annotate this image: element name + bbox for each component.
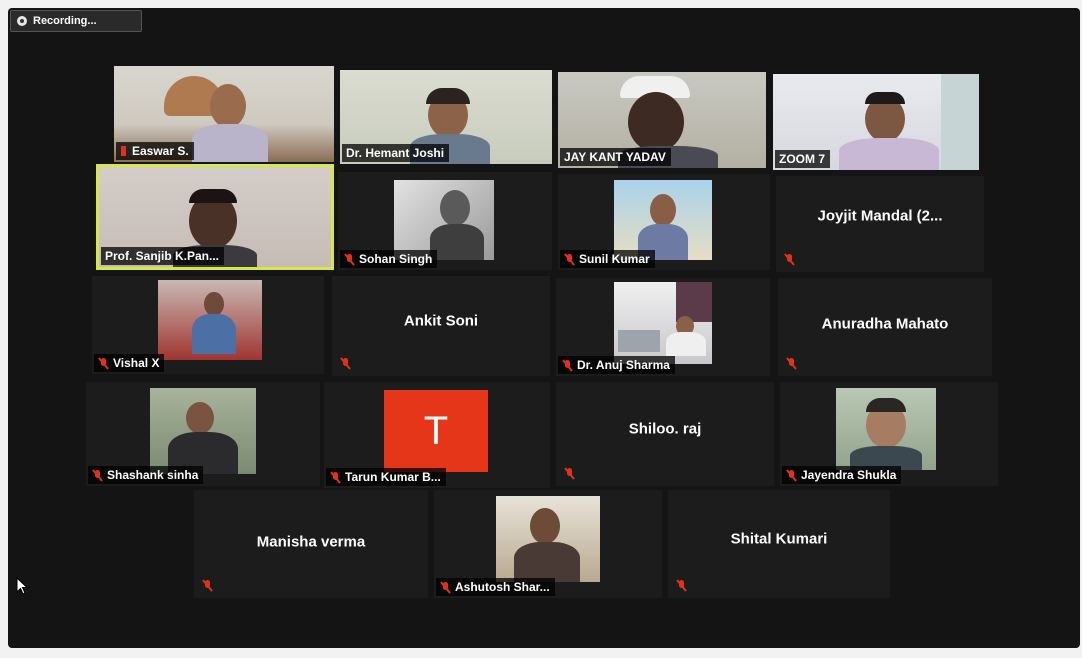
mouse-cursor-icon: [16, 576, 29, 600]
participant-name: Ashutosh Shar...: [436, 578, 555, 596]
video-feed: [158, 280, 262, 360]
video-feed: [614, 180, 712, 260]
participant-tile[interactable]: ZOOM 7: [773, 74, 979, 170]
participant-name: Easwar S.: [116, 142, 194, 160]
participant-tile[interactable]: JAY KANT YADAV: [558, 72, 766, 168]
participant-tile[interactable]: Ashutosh Shar...: [434, 490, 662, 598]
participant-tile[interactable]: T Tarun Kumar B...: [324, 382, 550, 488]
muted-mic-icon: [330, 470, 341, 484]
participant-tile[interactable]: Shiloo. raj: [556, 382, 774, 486]
muted-mic-icon: [92, 468, 103, 482]
participant-name: ZOOM 7: [775, 150, 831, 168]
cloud-recording-icon: [17, 16, 27, 26]
participant-name: Manisha verma: [256, 533, 366, 551]
participant-tile[interactable]: Dr. Hemant Joshi: [340, 70, 552, 164]
video-feed: [614, 282, 712, 364]
participant-tile-active-speaker[interactable]: Prof. Sanjib K.Pan...: [96, 164, 334, 270]
participant-tile[interactable]: Sohan Singh: [338, 172, 552, 270]
participant-name: Shital Kumari: [730, 530, 828, 548]
participant-name: JAY KANT YADAV: [560, 148, 671, 166]
participant-tile[interactable]: Shital Kumari: [668, 490, 890, 598]
muted-mic-icon: [564, 467, 575, 480]
participant-name: Joyjit Mandal (2...: [817, 207, 943, 225]
participant-name: Ankit Soni: [403, 312, 479, 330]
muted-mic-icon: [340, 357, 351, 370]
muted-mic-icon: [786, 357, 797, 370]
participant-name: Dr. Hemant Joshi: [342, 144, 450, 162]
video-feed: [394, 180, 494, 260]
participant-tile[interactable]: Shashank sinha: [86, 382, 320, 486]
participant-name: Shashank sinha: [88, 466, 204, 484]
participant-tile[interactable]: Anuradha Mahato: [778, 278, 992, 376]
video-feed: [150, 388, 256, 474]
muted-mic-icon: [344, 252, 355, 266]
video-feed: [496, 496, 600, 582]
participant-tile[interactable]: Dr. Anuj Sharma: [556, 278, 770, 376]
muted-mic-icon: [120, 145, 128, 158]
muted-mic-icon: [786, 468, 797, 482]
participant-name: Anuradha Mahato: [821, 315, 949, 333]
muted-mic-icon: [562, 358, 573, 372]
participant-tile[interactable]: Manisha verma: [194, 490, 428, 598]
meeting-screen: Recording... Easwar S. Dr. Hemant Joshi …: [8, 8, 1080, 648]
participant-avatar: T: [384, 390, 488, 472]
participant-tile[interactable]: Easwar S.: [114, 66, 334, 162]
participant-tile[interactable]: Sunil Kumar: [558, 174, 770, 270]
participant-tile[interactable]: Jayendra Shukla: [780, 382, 998, 486]
participant-name: Tarun Kumar B...: [326, 468, 446, 486]
muted-mic-icon: [98, 356, 109, 370]
participant-name: Sohan Singh: [340, 250, 438, 268]
recording-label: Recording...: [33, 15, 97, 27]
muted-mic-icon: [202, 579, 213, 592]
muted-mic-icon: [676, 579, 687, 592]
participant-name: Dr. Anuj Sharma: [558, 356, 675, 374]
participant-tile[interactable]: Ankit Soni: [332, 276, 550, 376]
participant-name: Sunil Kumar: [560, 250, 655, 268]
participant-name: Prof. Sanjib K.Pan...: [101, 247, 225, 265]
muted-mic-icon: [784, 253, 795, 266]
participant-name: Shiloo. raj: [628, 420, 702, 438]
video-feed: [836, 388, 936, 470]
recording-indicator[interactable]: Recording...: [10, 10, 142, 32]
muted-mic-icon: [440, 580, 451, 594]
participant-tile[interactable]: Vishal X: [92, 276, 324, 374]
participant-name: Jayendra Shukla: [782, 466, 902, 484]
participant-name: Vishal X: [94, 354, 165, 372]
muted-mic-icon: [564, 252, 575, 266]
participant-tile[interactable]: Joyjit Mandal (2...: [776, 176, 984, 272]
